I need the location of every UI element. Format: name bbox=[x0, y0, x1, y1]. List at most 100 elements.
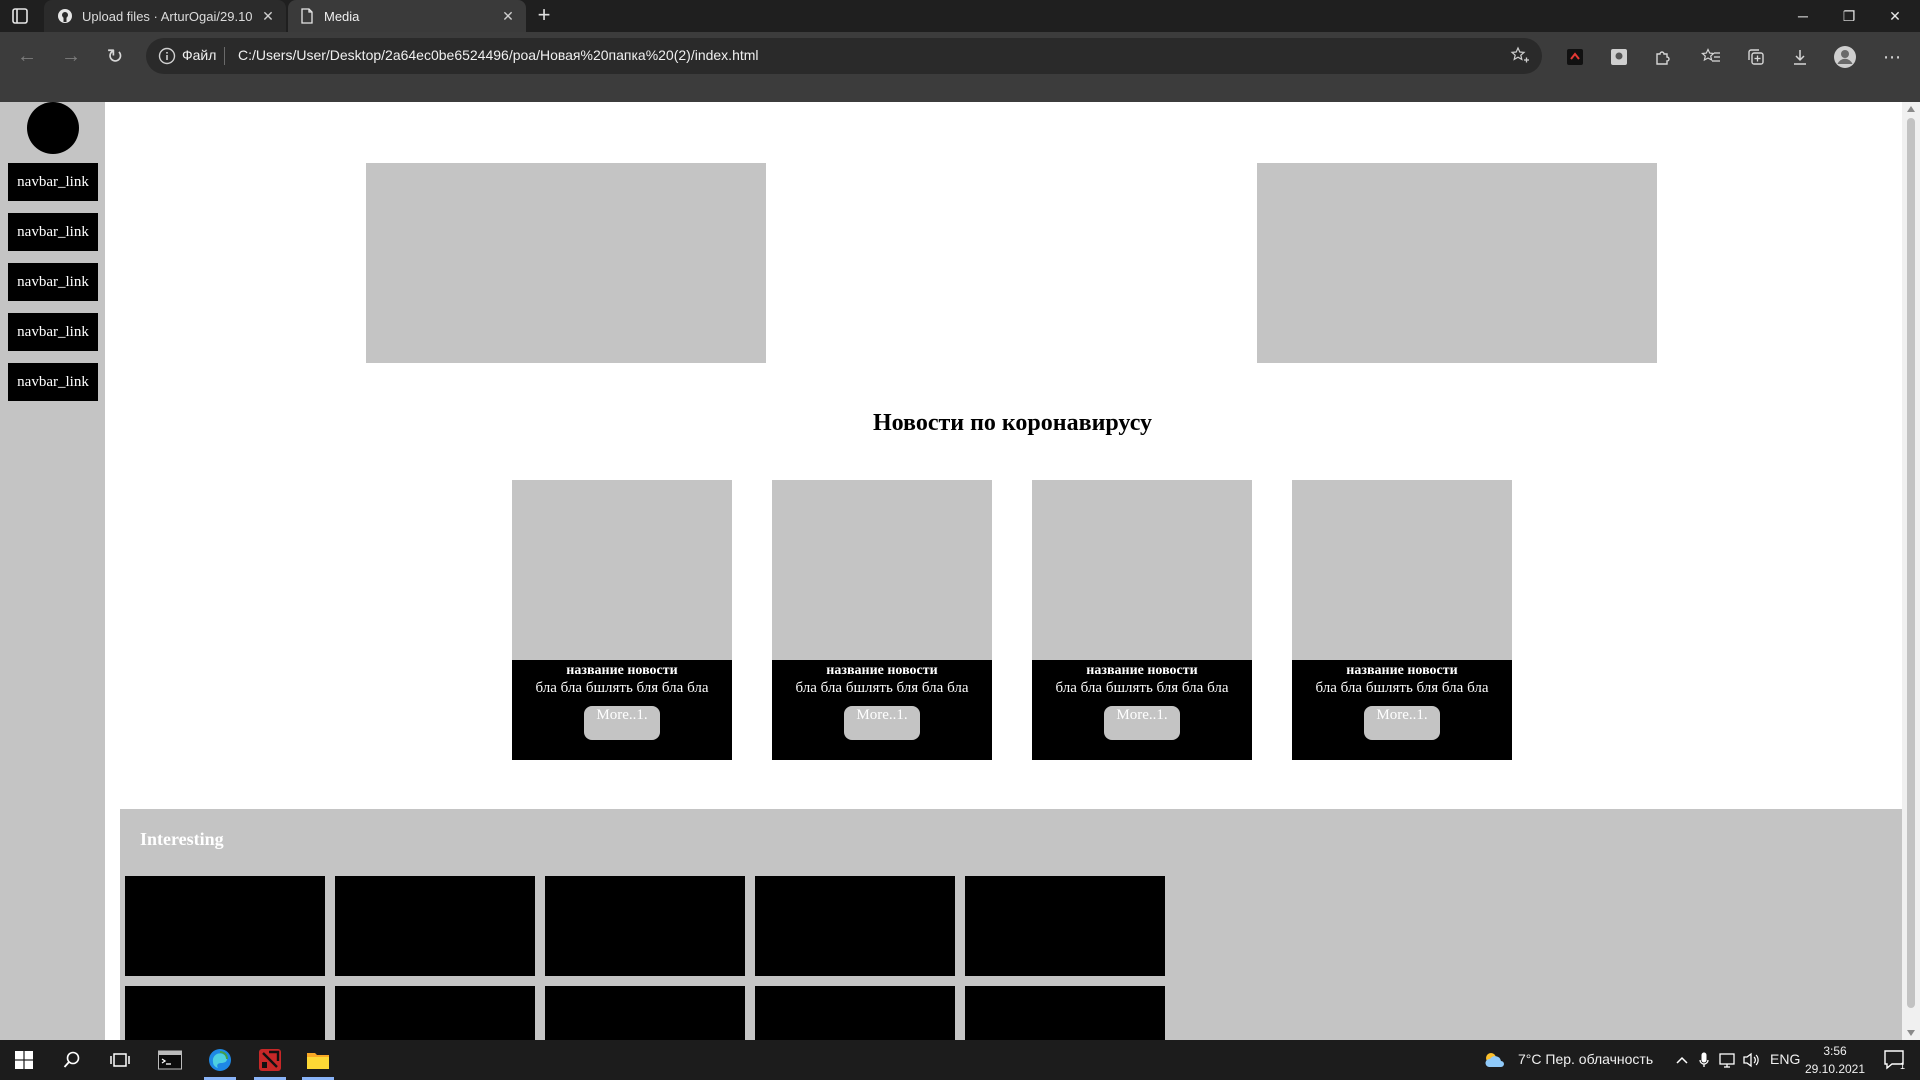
notification-count: 1 bbox=[1900, 1061, 1905, 1070]
collections-icon[interactable] bbox=[1740, 41, 1772, 73]
tab-title: Media bbox=[324, 8, 360, 24]
network-icon[interactable] bbox=[1716, 1040, 1740, 1080]
interesting-tile[interactable] bbox=[545, 986, 745, 1040]
edge-browser-icon[interactable] bbox=[196, 1040, 244, 1080]
interesting-tile[interactable] bbox=[965, 876, 1165, 976]
news-card-image bbox=[1032, 480, 1252, 660]
news-card: название новости бла бла бшлять бля бла … bbox=[1032, 480, 1252, 760]
weather-cloud-icon[interactable] bbox=[1478, 1040, 1510, 1080]
downloads-icon[interactable] bbox=[1784, 41, 1816, 73]
logo[interactable] bbox=[27, 102, 79, 154]
microphone-icon[interactable] bbox=[1693, 1040, 1715, 1080]
news-card-text: бла бла бшлять бля бла бла bbox=[535, 680, 709, 696]
news-card-text: бла бла бшлять бля бла бла bbox=[1055, 680, 1229, 696]
profile-avatar-icon[interactable] bbox=[1829, 41, 1861, 73]
interesting-title: Interesting bbox=[140, 829, 224, 849]
task-view-icon[interactable] bbox=[96, 1040, 144, 1080]
language-indicator[interactable]: ENG bbox=[1770, 1051, 1800, 1067]
extension-gray-icon[interactable] bbox=[1603, 41, 1635, 73]
info-icon[interactable] bbox=[158, 47, 176, 65]
weather-text[interactable]: 7°C Пер. облачность bbox=[1518, 1051, 1653, 1067]
close-tab-icon[interactable]: ✕ bbox=[500, 8, 516, 24]
interesting-tile[interactable] bbox=[125, 986, 325, 1040]
news-card-text: бла бла бшлять бля бла бла bbox=[1315, 680, 1489, 696]
news-card-title: название новости bbox=[826, 663, 938, 678]
github-icon bbox=[56, 7, 74, 25]
tray-chevron-up-icon[interactable] bbox=[1670, 1040, 1694, 1080]
close-window-icon[interactable]: ✕ bbox=[1872, 0, 1918, 32]
banner-image-right bbox=[1257, 163, 1657, 363]
news-card-title: название новости bbox=[1086, 663, 1198, 678]
file-explorer-icon[interactable] bbox=[294, 1040, 342, 1080]
news-card: название новости бла бла бшлять бля бла … bbox=[512, 480, 732, 760]
page-scrollbar[interactable] bbox=[1902, 102, 1920, 1040]
start-windows-icon[interactable] bbox=[0, 1040, 48, 1080]
banner-image-left bbox=[366, 163, 766, 363]
terminal-app-icon[interactable] bbox=[146, 1040, 194, 1080]
tab-media[interactable]: Media ✕ bbox=[288, 0, 526, 32]
browser-tab-bar: Upload files · ArturOgai/29.10 ✕ Media ✕… bbox=[0, 0, 1920, 32]
favorites-icon[interactable] bbox=[1695, 41, 1727, 73]
tab-upload-files[interactable]: Upload files · ArturOgai/29.10 ✕ bbox=[44, 0, 286, 32]
close-tab-icon[interactable]: ✕ bbox=[260, 8, 276, 24]
main-content: Новости по коронавирусу название новости… bbox=[105, 102, 1902, 1040]
more-button[interactable]: More..1. bbox=[1104, 706, 1180, 740]
news-card-text: бла бла бшлять бля бла бла bbox=[795, 680, 969, 696]
clock[interactable]: 3:56 29.10.2021 bbox=[1800, 1042, 1870, 1078]
add-favorite-icon[interactable] bbox=[1510, 46, 1530, 66]
sidebar-navbar-link[interactable]: navbar_link bbox=[8, 363, 98, 401]
sidebar-navbar-link[interactable]: navbar_link bbox=[8, 263, 98, 301]
news-card: название новости бла бла бшлять бля бла … bbox=[772, 480, 992, 760]
interesting-tile[interactable] bbox=[755, 876, 955, 976]
clock-date: 29.10.2021 bbox=[1804, 1062, 1866, 1076]
news-card-title: название новости bbox=[566, 663, 678, 678]
interesting-tile[interactable] bbox=[755, 986, 955, 1040]
url-text[interactable]: C:/Users/User/Desktop/2a64ec0be6524496/p… bbox=[238, 47, 759, 63]
interesting-tile[interactable] bbox=[335, 876, 535, 976]
interesting-tile[interactable] bbox=[335, 986, 535, 1040]
restore-icon[interactable]: ❐ bbox=[1826, 0, 1872, 32]
sidebar-navbar-link[interactable]: navbar_link bbox=[8, 163, 98, 201]
search-icon[interactable] bbox=[48, 1040, 96, 1080]
volume-icon[interactable] bbox=[1740, 1040, 1764, 1080]
clock-time: 3:56 bbox=[1823, 1044, 1847, 1058]
back-icon[interactable]: ← bbox=[10, 39, 44, 73]
page-icon bbox=[298, 7, 316, 25]
address-divider bbox=[224, 47, 225, 65]
extension-red-icon[interactable] bbox=[1559, 41, 1591, 73]
news-card-title: название новости bbox=[1346, 663, 1458, 678]
section-title: Новости по коронавирусу bbox=[872, 410, 1153, 436]
scroll-down-arrow-icon[interactable] bbox=[1907, 1030, 1915, 1036]
file-scheme-label: Файл bbox=[182, 47, 217, 63]
news-card-image bbox=[512, 480, 732, 660]
more-button[interactable]: More..1. bbox=[584, 706, 660, 740]
extensions-puzzle-icon[interactable] bbox=[1647, 41, 1679, 73]
tab-title: Upload files · ArturOgai/29.10 bbox=[82, 8, 253, 24]
sidebar-navbar-link[interactable]: navbar_link bbox=[8, 313, 98, 351]
news-card-image bbox=[1292, 480, 1512, 660]
scroll-up-arrow-icon[interactable] bbox=[1907, 106, 1915, 112]
notifications-icon[interactable]: 1 bbox=[1870, 1040, 1920, 1080]
browser-toolbar: ← → ↻ Файл C:/Users/User/Desktop/2a64ec0… bbox=[0, 32, 1920, 124]
windows-taskbar: 7°C Пер. облачность ENG 3:56 29.10.2021 … bbox=[0, 1040, 1920, 1080]
more-button[interactable]: More..1. bbox=[1364, 706, 1440, 740]
address-bar[interactable]: Файл C:/Users/User/Desktop/2a64ec0be6524… bbox=[146, 38, 1542, 74]
interesting-tile[interactable] bbox=[125, 876, 325, 976]
dota2-app-icon[interactable] bbox=[246, 1040, 294, 1080]
scrollbar-thumb[interactable] bbox=[1907, 118, 1915, 1008]
minimize-icon[interactable]: ─ bbox=[1780, 0, 1826, 32]
interesting-tile[interactable] bbox=[545, 876, 745, 976]
more-menu-icon[interactable]: ⋯ bbox=[1876, 41, 1908, 73]
more-button[interactable]: More..1. bbox=[844, 706, 920, 740]
refresh-icon[interactable]: ↻ bbox=[98, 39, 132, 73]
news-card: название новости бла бла бшлять бля бла … bbox=[1292, 480, 1512, 760]
interesting-section: Interesting bbox=[120, 809, 1902, 1040]
new-tab-icon[interactable]: + bbox=[530, 4, 558, 28]
sidebar: navbar_link navbar_link navbar_link navb… bbox=[0, 102, 105, 1040]
page-viewport: navbar_link navbar_link navbar_link navb… bbox=[0, 102, 1920, 1040]
interesting-tile[interactable] bbox=[965, 986, 1165, 1040]
tab-actions-icon[interactable] bbox=[10, 6, 36, 26]
forward-icon[interactable]: → bbox=[54, 39, 88, 73]
sidebar-navbar-link[interactable]: navbar_link bbox=[8, 213, 98, 251]
news-card-image bbox=[772, 480, 992, 660]
